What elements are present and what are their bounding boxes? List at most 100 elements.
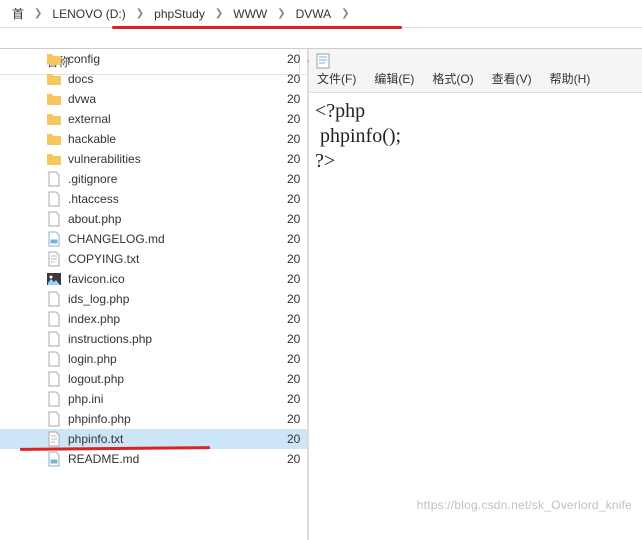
chevron-right-icon: ❯ [32, 8, 44, 19]
breadcrumb[interactable]: 首 ❯ LENOVO (D:) ❯ phpStudy ❯ WWW ❯ DVWA … [0, 0, 642, 28]
file-row[interactable]: vulnerabilities20 [0, 149, 307, 169]
file-name: phpinfo.php [68, 412, 287, 426]
file-date: 20 [287, 72, 307, 86]
file-date: 20 [287, 312, 307, 326]
file-date: 20 [287, 412, 307, 426]
file-list[interactable]: config20docs20dvwa20external20hackable20… [0, 49, 307, 514]
file-name: vulnerabilities [68, 152, 287, 166]
editor-pane: 文件(F) 编辑(E) 格式(O) 查看(V) 帮助(H) <?php phpinfo(… [308, 49, 642, 540]
file-name: .gitignore [68, 172, 287, 186]
editor-menu-item[interactable]: 查看(V) [488, 68, 536, 89]
folder-icon [46, 71, 62, 87]
file-icon [46, 311, 62, 327]
file-name: hackable [68, 132, 287, 146]
chevron-right-icon: ❯ [339, 8, 351, 19]
breadcrumb-seg-3[interactable]: DVWA [290, 5, 338, 23]
file-date: 20 [287, 172, 307, 186]
file-row[interactable]: php.ini20 [0, 389, 307, 409]
file-row[interactable]: dvwa20 [0, 89, 307, 109]
file-name: about.php [68, 212, 287, 226]
file-name: config [68, 52, 287, 66]
file-row[interactable]: instructions.php20 [0, 329, 307, 349]
folder-icon [46, 151, 62, 167]
code-line-1: <?php [315, 100, 365, 122]
chevron-right-icon: ❯ [275, 8, 287, 19]
md-icon [46, 231, 62, 247]
file-date: 20 [287, 392, 307, 406]
file-row[interactable]: index.php20 [0, 309, 307, 329]
file-row[interactable]: config20 [0, 49, 307, 69]
file-name: login.php [68, 352, 287, 366]
file-icon [46, 291, 62, 307]
file-date: 20 [287, 292, 307, 306]
editor-menu-item[interactable]: 文件(F) [313, 68, 360, 89]
file-date: 20 [287, 132, 307, 146]
file-name: CHANGELOG.md [68, 232, 287, 246]
file-row[interactable]: favicon.ico20 [0, 269, 307, 289]
file-row[interactable]: .htaccess20 [0, 189, 307, 209]
file-date: 20 [287, 252, 307, 266]
file-date: 20 [287, 352, 307, 366]
file-name: instructions.php [68, 332, 287, 346]
file-row[interactable]: README.md20 [0, 449, 307, 469]
file-name: ids_log.php [68, 292, 287, 306]
breadcrumb-seg-1[interactable]: phpStudy [148, 5, 211, 23]
file-name: external [68, 112, 287, 126]
editor-body[interactable]: <?php phpinfo(); ?> [309, 93, 642, 180]
file-row[interactable]: about.php20 [0, 209, 307, 229]
watermark: https://blog.csdn.net/sk_Overlord_knife [417, 498, 632, 512]
content-area: config20docs20dvwa20external20hackable20… [0, 48, 642, 540]
file-row[interactable]: login.php20 [0, 349, 307, 369]
folder-icon [46, 131, 62, 147]
notepad-icon [315, 53, 331, 69]
img-icon [46, 271, 62, 287]
md-icon [46, 451, 62, 467]
file-date: 20 [287, 212, 307, 226]
code-line-2: phpinfo(); [315, 125, 401, 147]
editor-menu-bar[interactable]: 文件(F) 编辑(E) 格式(O) 查看(V) 帮助(H) [313, 68, 594, 89]
file-row[interactable]: logout.php20 [0, 369, 307, 389]
folder-icon [46, 51, 62, 67]
file-row[interactable]: ids_log.php20 [0, 289, 307, 309]
file-date: 20 [287, 112, 307, 126]
file-name: favicon.ico [68, 272, 287, 286]
file-row[interactable]: COPYING.txt20 [0, 249, 307, 269]
file-row[interactable]: hackable20 [0, 129, 307, 149]
editor-menu-item[interactable]: 编辑(E) [370, 68, 418, 89]
file-name: .htaccess [68, 192, 287, 206]
file-row[interactable]: .gitignore20 [0, 169, 307, 189]
file-row[interactable]: docs20 [0, 69, 307, 89]
file-date: 20 [287, 152, 307, 166]
breadcrumb-seg-2[interactable]: WWW [227, 5, 273, 23]
editor-menu-item[interactable]: 帮助(H) [546, 68, 595, 89]
file-row[interactable]: phpinfo.php20 [0, 409, 307, 429]
file-row[interactable]: CHANGELOG.md20 [0, 229, 307, 249]
file-icon [46, 191, 62, 207]
file-name: php.ini [68, 392, 287, 406]
file-date: 20 [287, 232, 307, 246]
file-date: 20 [287, 272, 307, 286]
chevron-right-icon: ❯ [134, 8, 146, 19]
annotation-underline [112, 26, 402, 29]
file-date: 20 [287, 92, 307, 106]
file-icon [46, 411, 62, 427]
file-name: dvwa [68, 92, 287, 106]
file-date: 20 [287, 52, 307, 66]
folder-icon [46, 91, 62, 107]
file-name: README.md [68, 452, 287, 466]
editor-menu-item[interactable]: 格式(O) [428, 68, 477, 89]
file-icon [46, 371, 62, 387]
file-date: 20 [287, 452, 307, 466]
file-icon [46, 391, 62, 407]
file-icon [46, 211, 62, 227]
file-icon [46, 331, 62, 347]
file-date: 20 [287, 372, 307, 386]
file-date: 20 [287, 192, 307, 206]
file-row[interactable]: external20 [0, 109, 307, 129]
code-line-3: ?> [315, 150, 335, 172]
folder-icon [46, 111, 62, 127]
file-row[interactable]: phpinfo.txt20 [0, 429, 307, 449]
txt-icon [46, 431, 62, 447]
file-date: 20 [287, 332, 307, 346]
breadcrumb-seg-0[interactable]: LENOVO (D:) [46, 5, 131, 23]
